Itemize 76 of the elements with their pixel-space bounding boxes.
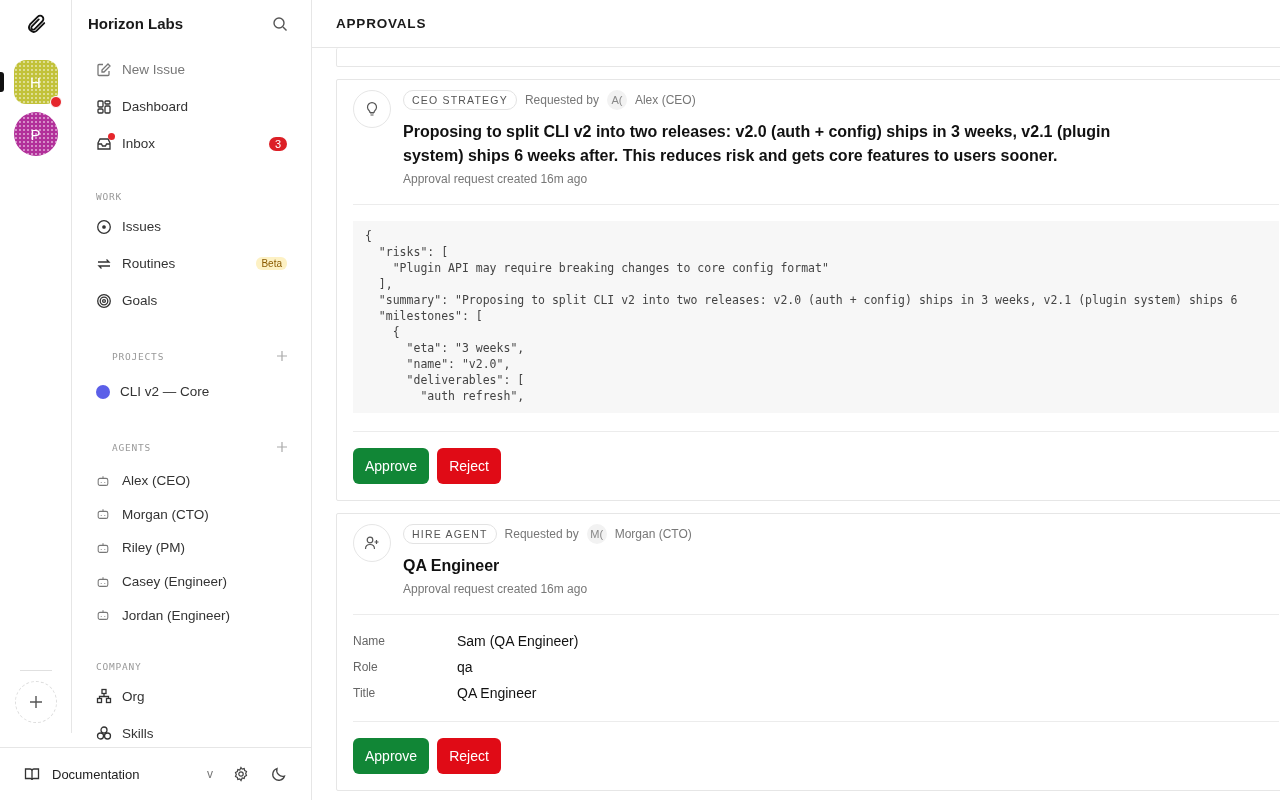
sidebar-item[interactable]: Routines Beta <box>96 245 287 282</box>
code-line: "deliverables": [ <box>405 372 526 388</box>
approve-button[interactable]: Approve <box>353 448 430 484</box>
org-chart-icon <box>96 688 112 705</box>
requester-name: Morgan (CTO) <box>614 527 692 541</box>
detail-value: QA Engineer <box>457 685 537 701</box>
workspace-avatar[interactable]: P <box>13 112 58 156</box>
cubes-icon <box>96 725 112 742</box>
robot-icon <box>96 473 110 488</box>
sidebar-item[interactable]: Dashboard <box>96 88 287 125</box>
documentation-link[interactable]: Documentation <box>52 766 197 782</box>
detail-label: Title <box>353 686 377 700</box>
sidebar-item[interactable]: Jordan (Engineer) <box>96 598 287 632</box>
robot-icon <box>96 574 110 589</box>
reject-button[interactable]: Reject <box>437 448 501 484</box>
sidebar-item[interactable]: Org <box>96 677 287 715</box>
section-heading: COMPANY <box>96 659 143 674</box>
reject-button[interactable]: Reject <box>437 738 501 774</box>
code-line: { <box>391 324 401 340</box>
circle-dot-icon <box>96 218 112 235</box>
settings-icon[interactable] <box>233 766 249 782</box>
detail-value: Sam (QA Engineer) <box>457 633 579 649</box>
requester-avatar: A( <box>606 90 627 110</box>
sidebar-item[interactable]: Casey (Engineer) <box>96 564 287 599</box>
robot-icon <box>96 608 110 623</box>
requester-avatar: M( <box>586 524 607 544</box>
sidebar-item[interactable]: Goals <box>96 282 287 319</box>
code-line: "auth refresh", <box>419 388 526 404</box>
target-icon <box>96 292 112 309</box>
approval-title: QA Engineer <box>403 556 501 576</box>
plus-icon <box>27 694 44 710</box>
sidebar-item[interactable]: Riley (PM) <box>96 531 287 565</box>
section-heading: WORK <box>96 190 124 204</box>
sidebar-item[interactable]: Issues <box>96 208 287 245</box>
book-icon[interactable] <box>24 766 40 782</box>
section-heading: AGENTS <box>112 441 152 453</box>
detail-value: qa <box>457 659 473 675</box>
detail-label: Name <box>353 634 386 648</box>
count-badge: 3 <box>268 136 287 151</box>
detail-label: Role <box>353 660 379 674</box>
search-icon[interactable] <box>272 15 288 32</box>
code-line: "name": "v2.0", <box>405 356 512 372</box>
moon-icon[interactable] <box>271 766 287 782</box>
created-time: Approval request created 16m ago <box>403 582 589 596</box>
sidebar-item[interactable]: Inbox 3 <box>96 125 287 162</box>
code-line: ], <box>377 276 394 292</box>
sidebar-item[interactable]: Skills <box>96 714 287 750</box>
sidebar-item[interactable]: CLI v2 — Core <box>96 373 287 410</box>
workspace-name: Horizon Labs <box>88 15 183 32</box>
inbox-icon <box>96 135 112 152</box>
section-heading: PROJECTS <box>112 350 165 362</box>
code-line: "risks": [ <box>377 244 450 260</box>
beta-badge: Beta <box>256 257 287 270</box>
lightbulb-icon <box>364 101 380 117</box>
approve-button[interactable]: Approve <box>353 738 430 774</box>
code-line: "eta": "3 weeks", <box>405 340 526 356</box>
robot-icon <box>96 541 110 555</box>
robot-icon <box>96 507 110 522</box>
code-line: { <box>365 228 373 244</box>
pencil-icon <box>96 61 112 78</box>
code-line: "summary": "Proposing to split CLI v2 into two releases: v2.0 (auth + config) ships in 3 weeks, v2.1 (plugin system) ships 6 <box>377 292 1239 308</box>
add-user-icon <box>364 535 380 551</box>
page-title: APPROVALS <box>336 16 427 31</box>
approval-title: Proposing to split CLI v2 into two releases: v2.0 (auth + config) ships in 3 weeks, v2.1 (plugin system) ships 6 weeks after. This reduces risk and gets core features to users sooner. <box>403 122 1112 166</box>
code-line: "milestones": [ <box>377 308 484 324</box>
created-time: Approval request created 16m ago <box>403 172 589 186</box>
version-label[interactable]: v <box>207 767 213 781</box>
sidebar-item[interactable]: Alex (CEO) <box>96 464 287 498</box>
active-indicator <box>0 72 4 92</box>
requester-name: Alex (CEO) <box>634 93 696 107</box>
requested-by-label: Requested by <box>524 93 599 107</box>
sidebar-item[interactable]: Morgan (CTO) <box>96 497 287 532</box>
code-line: "Plugin API may require breaking changes to core config format" <box>391 260 830 276</box>
dashboard-icon <box>96 98 112 115</box>
sidebar-item[interactable]: New Issue <box>96 51 287 88</box>
requested-by-label: Requested by <box>504 527 579 541</box>
